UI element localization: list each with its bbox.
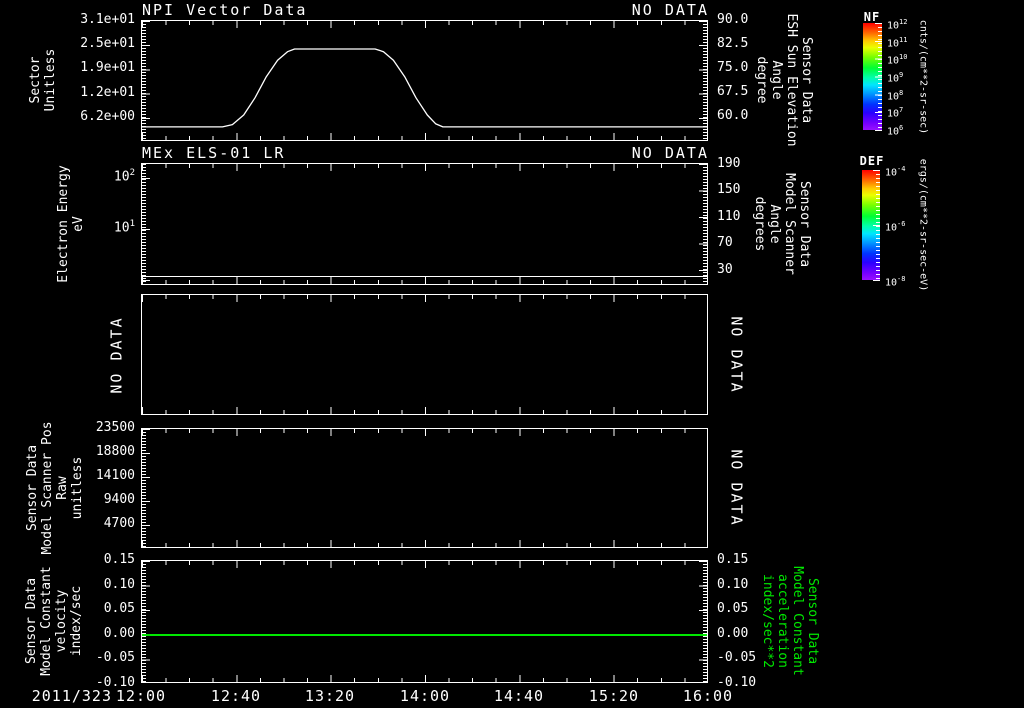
panel4-xticks-minor-top (142, 429, 707, 433)
panel4-left-axis-title: Sensor Data Model Scanner Pos Raw unitle… (25, 421, 85, 555)
panel5-plot-area (141, 560, 708, 683)
panel4-ytick-left: 18800 (95, 444, 135, 459)
nf-colorbar-tick: 107 (887, 106, 904, 120)
panel2-plot-area (141, 163, 708, 285)
panel1-ytick-left: 6.2e+00 (80, 109, 135, 124)
panel1-right-axis-title: Sensor Data ESH Sun Elevation Angle degr… (754, 13, 814, 147)
nf-colorbar-unit: cnts/(cm**2-sr-sec) (917, 19, 929, 135)
nf-colorbar-tick: 106 (887, 124, 904, 138)
panel5-xticks-minor-bottom (142, 678, 707, 682)
panel5-ytick-left: 0.05 (103, 601, 135, 616)
panel5-right-axis-title: Sensor Data Model Constant acceleration … (760, 566, 820, 676)
panel3-no-data-left: NO DATA (107, 316, 126, 394)
panel5-ytick-left: 0.15 (103, 552, 135, 567)
nf-colorbar-tick: 1012 (887, 18, 908, 32)
panel4-xticks-minor-bottom (142, 543, 707, 547)
nf-colorbar-ticks-major (875, 23, 882, 131)
panel2-xticks-minor-bottom (142, 280, 707, 284)
panel2-ytick-left: 102 (113, 168, 135, 185)
nf-colorbar-tick: 109 (887, 71, 904, 85)
panel1-ytick-left: 1.9e+01 (80, 60, 135, 75)
panel1-ytick-left: 2.5e+01 (80, 36, 135, 51)
nf-colorbar-tick: 1011 (887, 36, 908, 50)
panel5-yticks-major-left (142, 561, 150, 682)
panel5-ytick-left: 0.00 (103, 626, 135, 641)
panel3-xticks-minor-top (142, 295, 707, 299)
panel5-yticks-major-right (699, 561, 707, 682)
x-axis-tick-label: 15:20 (588, 687, 640, 705)
panel4-plot-area (141, 428, 708, 548)
panel2-no-data-label: NO DATA (631, 144, 709, 162)
panel1-ytick-left: 3.1e+01 (80, 12, 135, 27)
els-baseline-trace (142, 276, 707, 277)
panel4-ytick-left: 14100 (95, 468, 135, 483)
npi-curve (142, 48, 707, 128)
x-axis-tick-label: 14:00 (399, 687, 451, 705)
def-colorbar-ticks-major (873, 170, 880, 281)
panel2-ytick-left: 101 (113, 219, 135, 236)
panel5-ytick-left: 0.10 (103, 577, 135, 592)
panel3-plot-area (141, 294, 708, 415)
x-axis-tick-label: 12:40 (210, 687, 262, 705)
panel2-yticks-major-left (142, 164, 150, 284)
panel4-ytick-left: 9400 (103, 492, 135, 507)
panel5-ytick-left: -0.05 (95, 650, 135, 665)
def-colorbar-title: DEF (859, 154, 885, 168)
def-colorbar-tick: 10-8 (885, 275, 906, 289)
panel4-no-data-right: NO DATA (727, 449, 746, 527)
x-axis-tick-label: 13:20 (304, 687, 356, 705)
panel2-ytick-right: 190 (717, 156, 741, 171)
panel1-title: NPI Vector Data (142, 1, 308, 19)
panel1-ytick-left: 1.2e+01 (80, 85, 135, 100)
panel4-ytick-left: 4700 (103, 516, 135, 531)
panel2-title: MEx ELS-01 LR (142, 144, 286, 162)
panel1-plot-area (141, 20, 708, 141)
nf-colorbar-title: NF (863, 10, 881, 24)
npi-curve-line (142, 48, 707, 128)
x-axis-tick-label: 12:00 (115, 687, 167, 705)
panel5-xticks-minor-top (142, 561, 707, 565)
def-colorbar-tick: 10-6 (885, 220, 906, 234)
x-axis-tick-label: 14:40 (493, 687, 545, 705)
x-axis-tick-label: 16:00 (682, 687, 734, 705)
panel4-ytick-left: 23500 (95, 420, 135, 435)
def-colorbar-unit: ergs/(cm**2-sr-sec-eV) (917, 158, 929, 292)
model-constant-trace (142, 634, 707, 636)
nf-colorbar-tick: 108 (887, 89, 904, 103)
panel2-xticks-minor-top (142, 164, 707, 168)
plot-screen: NPI Vector Data NO DATA Sector Unitless … (0, 0, 1024, 708)
def-colorbar-tick: 10-4 (885, 165, 906, 179)
nf-colorbar-tick: 1010 (887, 53, 908, 67)
panel3-xticks-minor-bottom (142, 410, 707, 414)
panel4-yticks-major-left (142, 429, 150, 547)
panel2-right-axis-title: Sensor Data Model Scanner Angle degrees (752, 173, 812, 275)
panel2-yticks-major-right (699, 164, 707, 284)
panel1-left-axis-title: Sector Unitless (28, 48, 58, 112)
panel1-no-data-label: NO DATA (631, 1, 709, 19)
x-axis-date-label: 2011/323 (31, 687, 112, 705)
panel3-no-data-right: NO DATA (727, 316, 746, 394)
